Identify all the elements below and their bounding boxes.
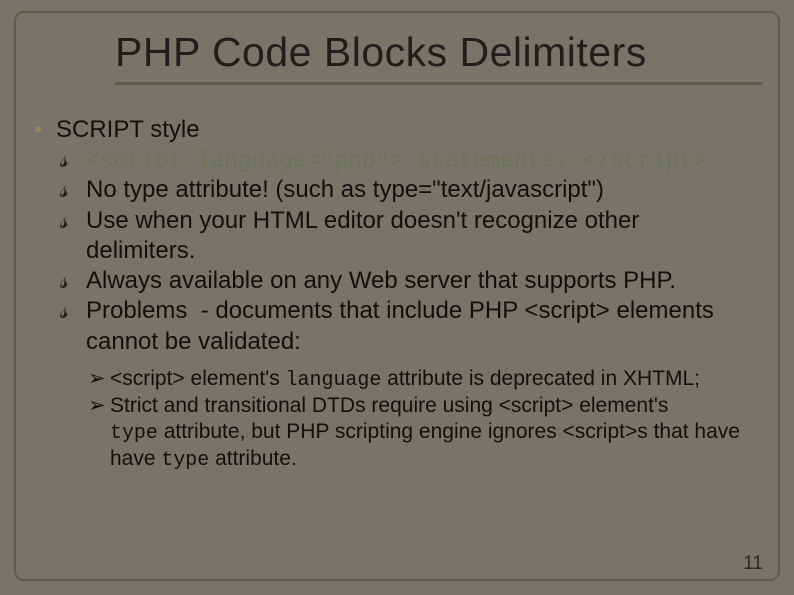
- sub-bullet-2: Strict and transitional DTDs require usi…: [88, 393, 770, 473]
- text-use-when-line1: Use when your HTML editor doesn't recogn…: [86, 207, 639, 234]
- sub2-a: Strict and transitional DTDs require usi…: [110, 394, 668, 417]
- arrow-icon: [88, 393, 110, 419]
- sub2-tail-pre: have: [110, 447, 161, 470]
- bullet-level2-group: 𝓈<script language="php"> statements; </s…: [60, 145, 770, 357]
- text-always: Always available on any Web server that …: [86, 267, 676, 294]
- script-bullet-icon: 𝓈: [60, 297, 86, 327]
- text-problems-line2: cannot be validated:: [86, 327, 770, 357]
- sub1-post: attribute is deprecated in XHTML;: [381, 367, 700, 390]
- sub-bullet-1: <script> element's language attribute is…: [88, 366, 770, 393]
- bullet-icon: •: [34, 115, 56, 145]
- content-area: • SCRIPT style 𝓈<script language="php"> …: [34, 115, 770, 472]
- sub1-mono: language: [286, 368, 382, 391]
- bullet-problems: 𝓈Problems - documents that include PHP <…: [60, 296, 770, 356]
- bullet-level1: • SCRIPT style: [34, 115, 770, 145]
- script-bullet-icon: 𝓈: [60, 176, 86, 206]
- text-problems-line1: Problems - documents that include PHP <s…: [86, 297, 714, 324]
- bullet-use-when: 𝓈Use when your HTML editor doesn't recog…: [60, 206, 770, 266]
- script-bullet-icon: 𝓈: [60, 146, 86, 176]
- text-use-when-line2: delimiters.: [86, 236, 770, 266]
- bullet-always: 𝓈Always available on any Web server that…: [60, 266, 770, 297]
- sub2-mono2: type: [161, 448, 209, 471]
- sub2-mid: attribute, but PHP scripting engine igno…: [158, 420, 740, 443]
- code-open: <script language="php">: [86, 148, 403, 174]
- code-stmt: statements;: [403, 148, 582, 174]
- code-close: </script>: [583, 148, 707, 174]
- bullet-l1-text: SCRIPT style: [56, 115, 200, 145]
- title-area: PHP Code Blocks Delimiters: [115, 29, 762, 85]
- page-number: 11: [743, 553, 763, 575]
- text-no-type: No type attribute! (such as type="text/j…: [86, 176, 604, 203]
- sub1-pre: <script> element's: [110, 367, 286, 390]
- arrow-icon: [88, 366, 110, 392]
- bullet-no-type: 𝓈No type attribute! (such as type="text/…: [60, 175, 770, 206]
- script-bullet-icon: 𝓈: [60, 267, 86, 297]
- script-bullet-icon: 𝓈: [60, 207, 86, 237]
- bullet-level3-group: <script> element's language attribute is…: [88, 366, 770, 472]
- slide-title: PHP Code Blocks Delimiters: [115, 29, 762, 76]
- title-underline: [115, 82, 762, 85]
- sub2-end: attribute.: [209, 447, 297, 470]
- sub2-mono1: type: [110, 421, 158, 444]
- bullet-code-line: 𝓈<script language="php"> statements; </s…: [60, 145, 770, 176]
